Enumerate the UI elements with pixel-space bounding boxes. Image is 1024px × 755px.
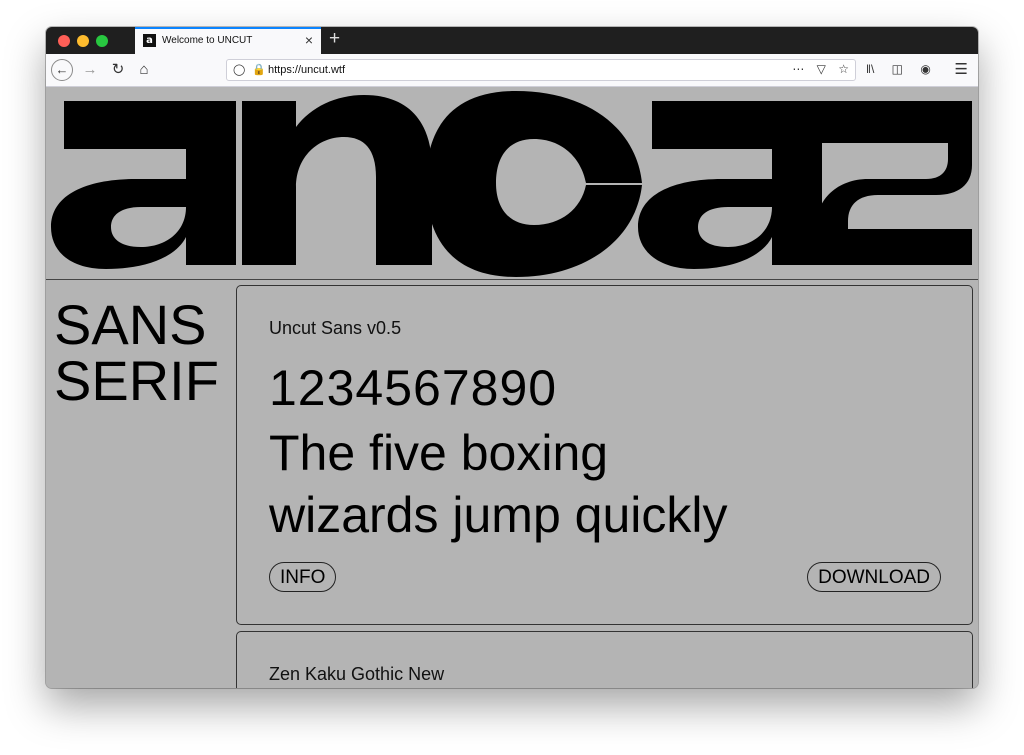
account-icon[interactable]: ◉ [920, 62, 930, 76]
library-icon[interactable]: ‖\ [866, 62, 874, 76]
browser-window: a Welcome to UNCUT × + ← → ↻ ⌂ ◯ 🔒 https… [46, 27, 978, 688]
toolbar-right: ‖\ ◫ ◉ [866, 62, 945, 76]
uncut-logo[interactable] [46, 87, 978, 280]
sample-text-line-2: wizards jump quickly [269, 487, 728, 543]
tab-strip: a Welcome to UNCUT × + [46, 27, 978, 54]
reload-icon[interactable]: ↻ [108, 58, 128, 82]
sidebar-icon[interactable]: ◫ [892, 62, 903, 76]
tab-title: Welcome to UNCUT [162, 35, 253, 46]
sample-text-line-1: The five boxing [269, 425, 609, 481]
bookmark-star-icon[interactable]: ☆ [838, 62, 849, 76]
category-line-1: SANS [54, 293, 207, 356]
tab-close-icon[interactable]: × [305, 32, 313, 48]
category-heading: SANS SERIF [54, 297, 219, 409]
font-card[interactable]: Zen Kaku Gothic New [236, 631, 973, 688]
close-window-button[interactable] [58, 35, 70, 47]
info-button[interactable]: INFO [269, 562, 337, 592]
navigation-toolbar: ← → ↻ ⌂ ◯ 🔒 https://uncut.wtf ⋯ ▽ ☆ ‖\ ◫… [46, 54, 978, 87]
forward-icon[interactable]: → [80, 58, 100, 82]
sample-numbers: 1234567890 [269, 360, 558, 416]
minimize-window-button[interactable] [77, 35, 89, 47]
lock-icon[interactable]: 🔒 [252, 63, 266, 76]
back-icon[interactable]: ← [51, 59, 73, 81]
tab-welcome[interactable]: a Welcome to UNCUT × [135, 27, 321, 54]
url-actions: ⋯ ▽ ☆ [783, 62, 849, 76]
download-button[interactable]: DOWNLOAD [807, 562, 941, 592]
maximize-window-button[interactable] [96, 35, 108, 47]
menu-icon[interactable]: ☰ [955, 60, 968, 78]
new-tab-button[interactable]: + [329, 28, 340, 50]
url-text[interactable]: https://uncut.wtf [268, 64, 345, 76]
font-card[interactable]: Uncut Sans v0.5 1234567890 The five boxi… [236, 285, 973, 625]
shield-icon[interactable]: ◯ [233, 63, 245, 76]
pocket-icon[interactable]: ▽ [817, 62, 826, 76]
category-line-2: SERIF [54, 349, 219, 412]
page-viewport: SANS SERIF Uncut Sans v0.5 1234567890 Th… [46, 87, 978, 688]
more-icon[interactable]: ⋯ [792, 62, 804, 76]
font-name: Uncut Sans v0.5 [269, 318, 402, 338]
font-name: Zen Kaku Gothic New [269, 664, 445, 684]
url-bar[interactable]: ◯ 🔒 https://uncut.wtf ⋯ ▽ ☆ [226, 59, 856, 81]
favicon-icon: a [143, 34, 156, 47]
home-icon[interactable]: ⌂ [134, 58, 154, 82]
sample-text: The five boxing wizards jump quickly [269, 422, 909, 546]
uncut-logo-icon [51, 91, 972, 277]
